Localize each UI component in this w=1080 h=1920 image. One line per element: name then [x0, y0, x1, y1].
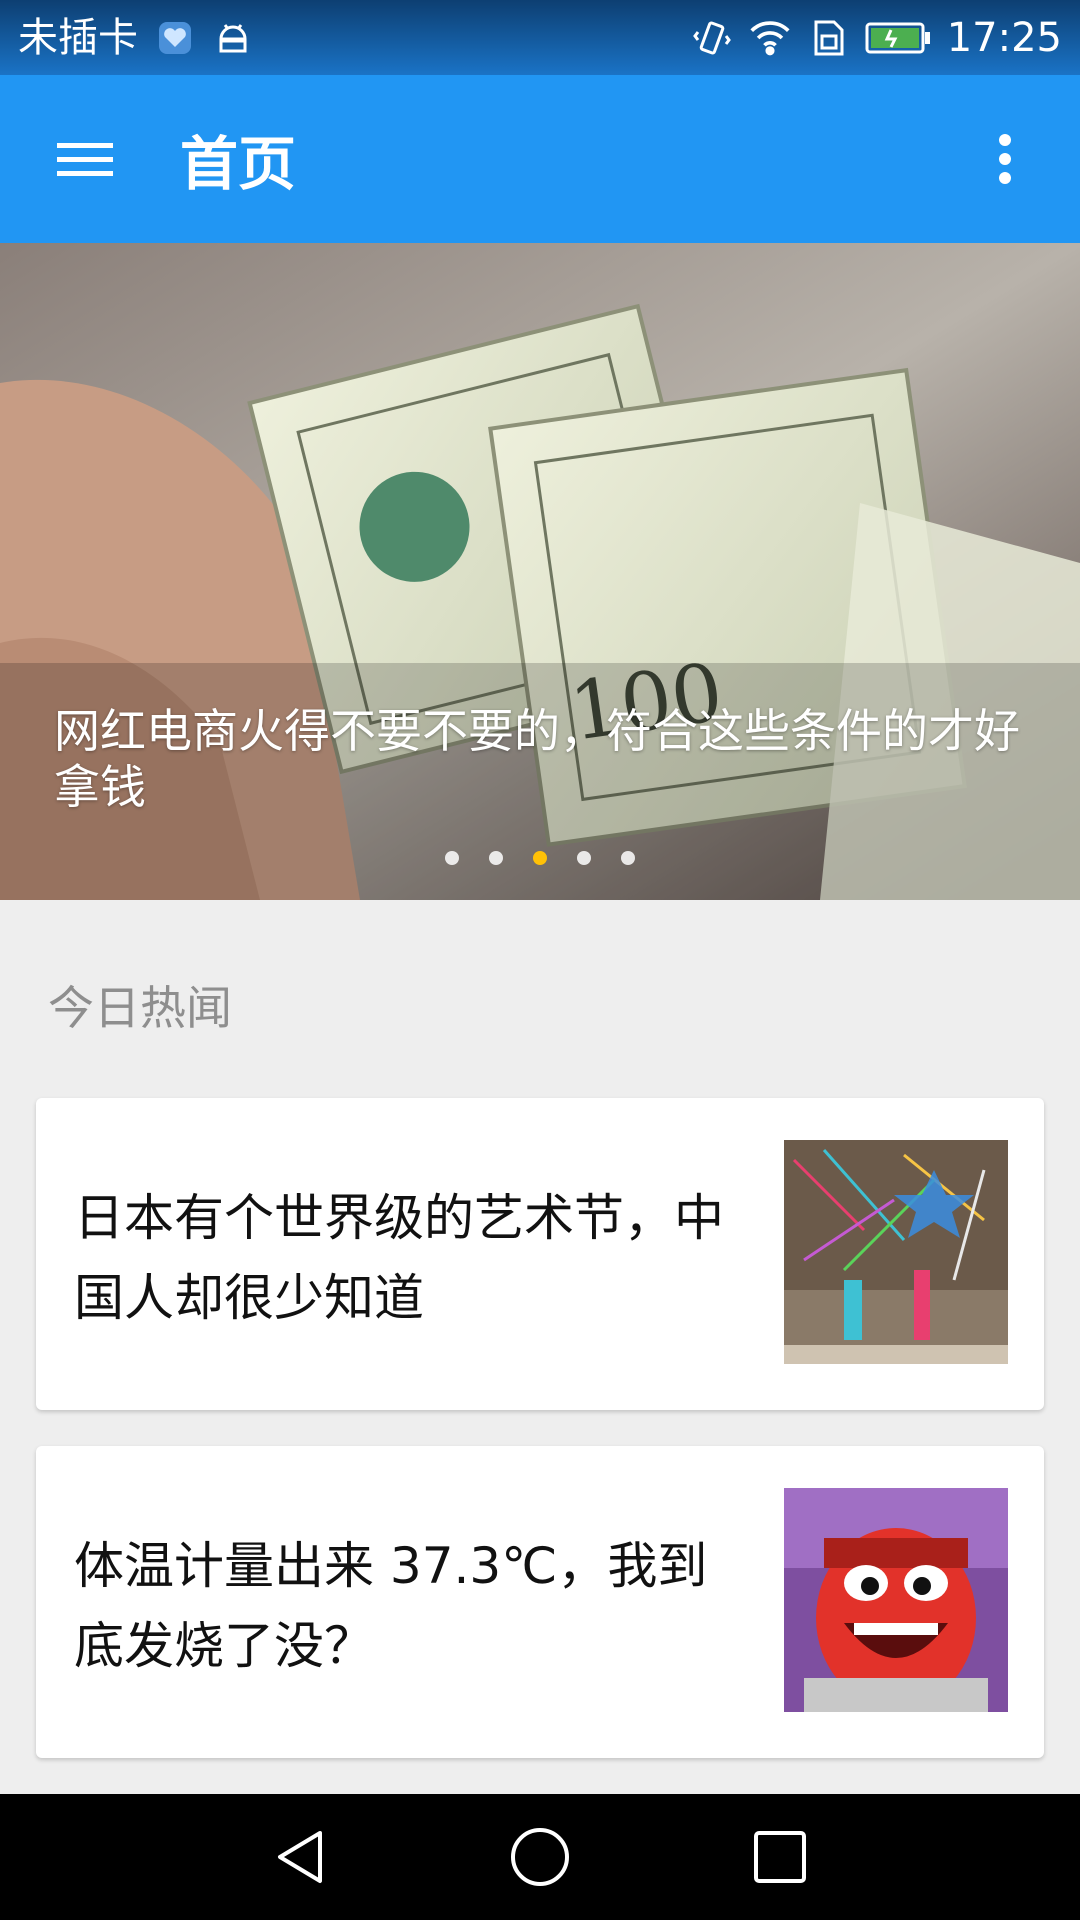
indicator-dot — [489, 851, 503, 865]
clock-label: 17:25 — [946, 14, 1062, 61]
banner-caption: 网红电商火得不要不要的，符合这些条件的才好拿钱 — [54, 704, 1020, 814]
menu-icon — [57, 143, 113, 176]
navigation-bar — [0, 1794, 1080, 1920]
android-icon — [212, 17, 254, 59]
more-vert-icon — [999, 134, 1011, 184]
screen: 未插卡 17:25 首页 100 网红电商火得不要不要的，符合这些条件的才好拿钱… — [0, 0, 1080, 1920]
app-bar: 首页 — [0, 75, 1080, 243]
news-thumbnail — [784, 1140, 1008, 1364]
back-icon — [278, 1831, 322, 1883]
battery-charging-icon — [865, 17, 931, 59]
page-title: 首页 — [180, 130, 297, 198]
vibrate-icon — [691, 17, 733, 59]
status-bar: 未插卡 17:25 — [0, 0, 1080, 75]
recents-button[interactable] — [740, 1817, 820, 1897]
news-title: 体温计量出来 37.3℃，我到底发烧了没？ — [74, 1537, 708, 1675]
back-button[interactable] — [260, 1817, 340, 1897]
banner-indicators — [0, 851, 1080, 865]
recents-icon — [754, 1831, 806, 1883]
overflow-menu-button[interactable] — [960, 114, 1050, 204]
news-card[interactable]: 体温计量出来 37.3℃，我到底发烧了没？ — [36, 1446, 1044, 1758]
home-icon — [511, 1828, 569, 1886]
section-title: 今日热闻 — [48, 981, 232, 1035]
news-card[interactable]: 日本有个世界级的艺术节，中国人却很少知道 — [36, 1098, 1044, 1410]
indicator-dot — [445, 851, 459, 865]
indicator-dot — [577, 851, 591, 865]
wifi-icon — [749, 17, 791, 59]
news-thumbnail — [784, 1488, 1008, 1712]
indicator-dot — [621, 851, 635, 865]
carrier-label: 未插卡 — [18, 14, 138, 61]
indicator-dot-active — [533, 851, 547, 865]
sim-icon — [807, 17, 849, 59]
banner-carousel[interactable]: 100 100 网红电商火得不要不要的，符合这些条件的才好拿钱 — [0, 243, 1080, 900]
news-title: 日本有个世界级的艺术节，中国人却很少知道 — [74, 1189, 724, 1327]
home-button[interactable] — [500, 1817, 580, 1897]
health-icon — [154, 17, 196, 59]
menu-button[interactable] — [40, 114, 130, 204]
